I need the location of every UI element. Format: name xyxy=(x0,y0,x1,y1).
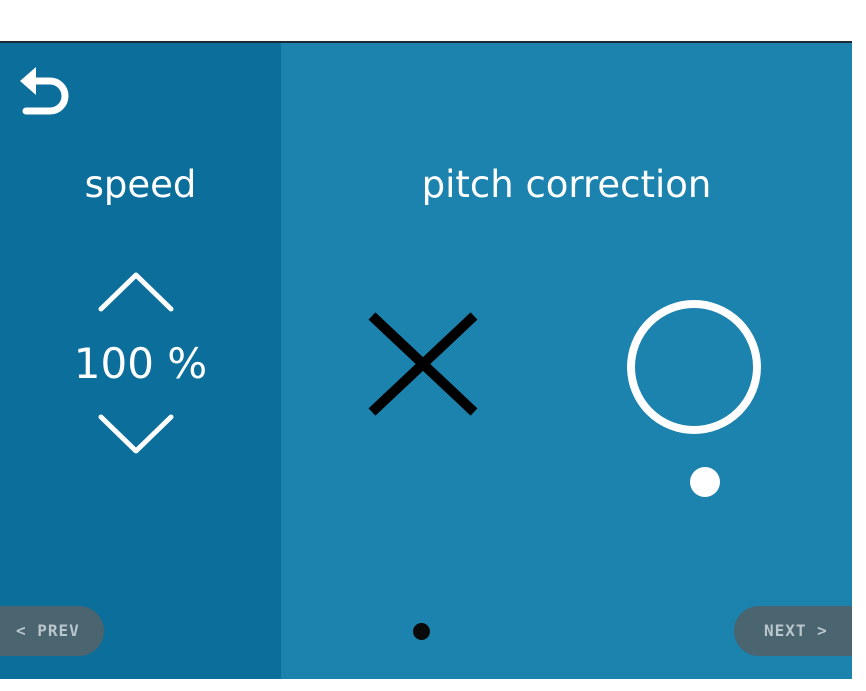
back-arrow-icon xyxy=(20,67,69,115)
device-screen: speed 100 % < PREV pitch correction NEXT… xyxy=(0,43,852,679)
pitch-correction-title: pitch correction xyxy=(421,163,712,206)
next-button[interactable]: NEXT > xyxy=(734,606,852,656)
chevron-down-icon xyxy=(98,414,174,454)
circle-icon xyxy=(627,300,761,434)
speed-value: 100 % xyxy=(73,339,208,388)
chevron-up-icon xyxy=(98,272,174,312)
page-indicator-dot xyxy=(413,623,430,640)
pitch-correction-off-option[interactable] xyxy=(362,306,484,422)
speed-panel: speed 100 % < PREV xyxy=(0,43,281,679)
speed-title: speed xyxy=(84,163,197,206)
prev-button[interactable]: < PREV xyxy=(0,606,104,656)
back-button[interactable] xyxy=(12,61,74,117)
pitch-correction-on-option[interactable] xyxy=(620,293,768,441)
speed-decrease-button[interactable] xyxy=(95,413,177,457)
speed-increase-button[interactable] xyxy=(95,269,177,313)
cross-icon xyxy=(368,312,478,416)
selection-indicator xyxy=(690,467,720,497)
